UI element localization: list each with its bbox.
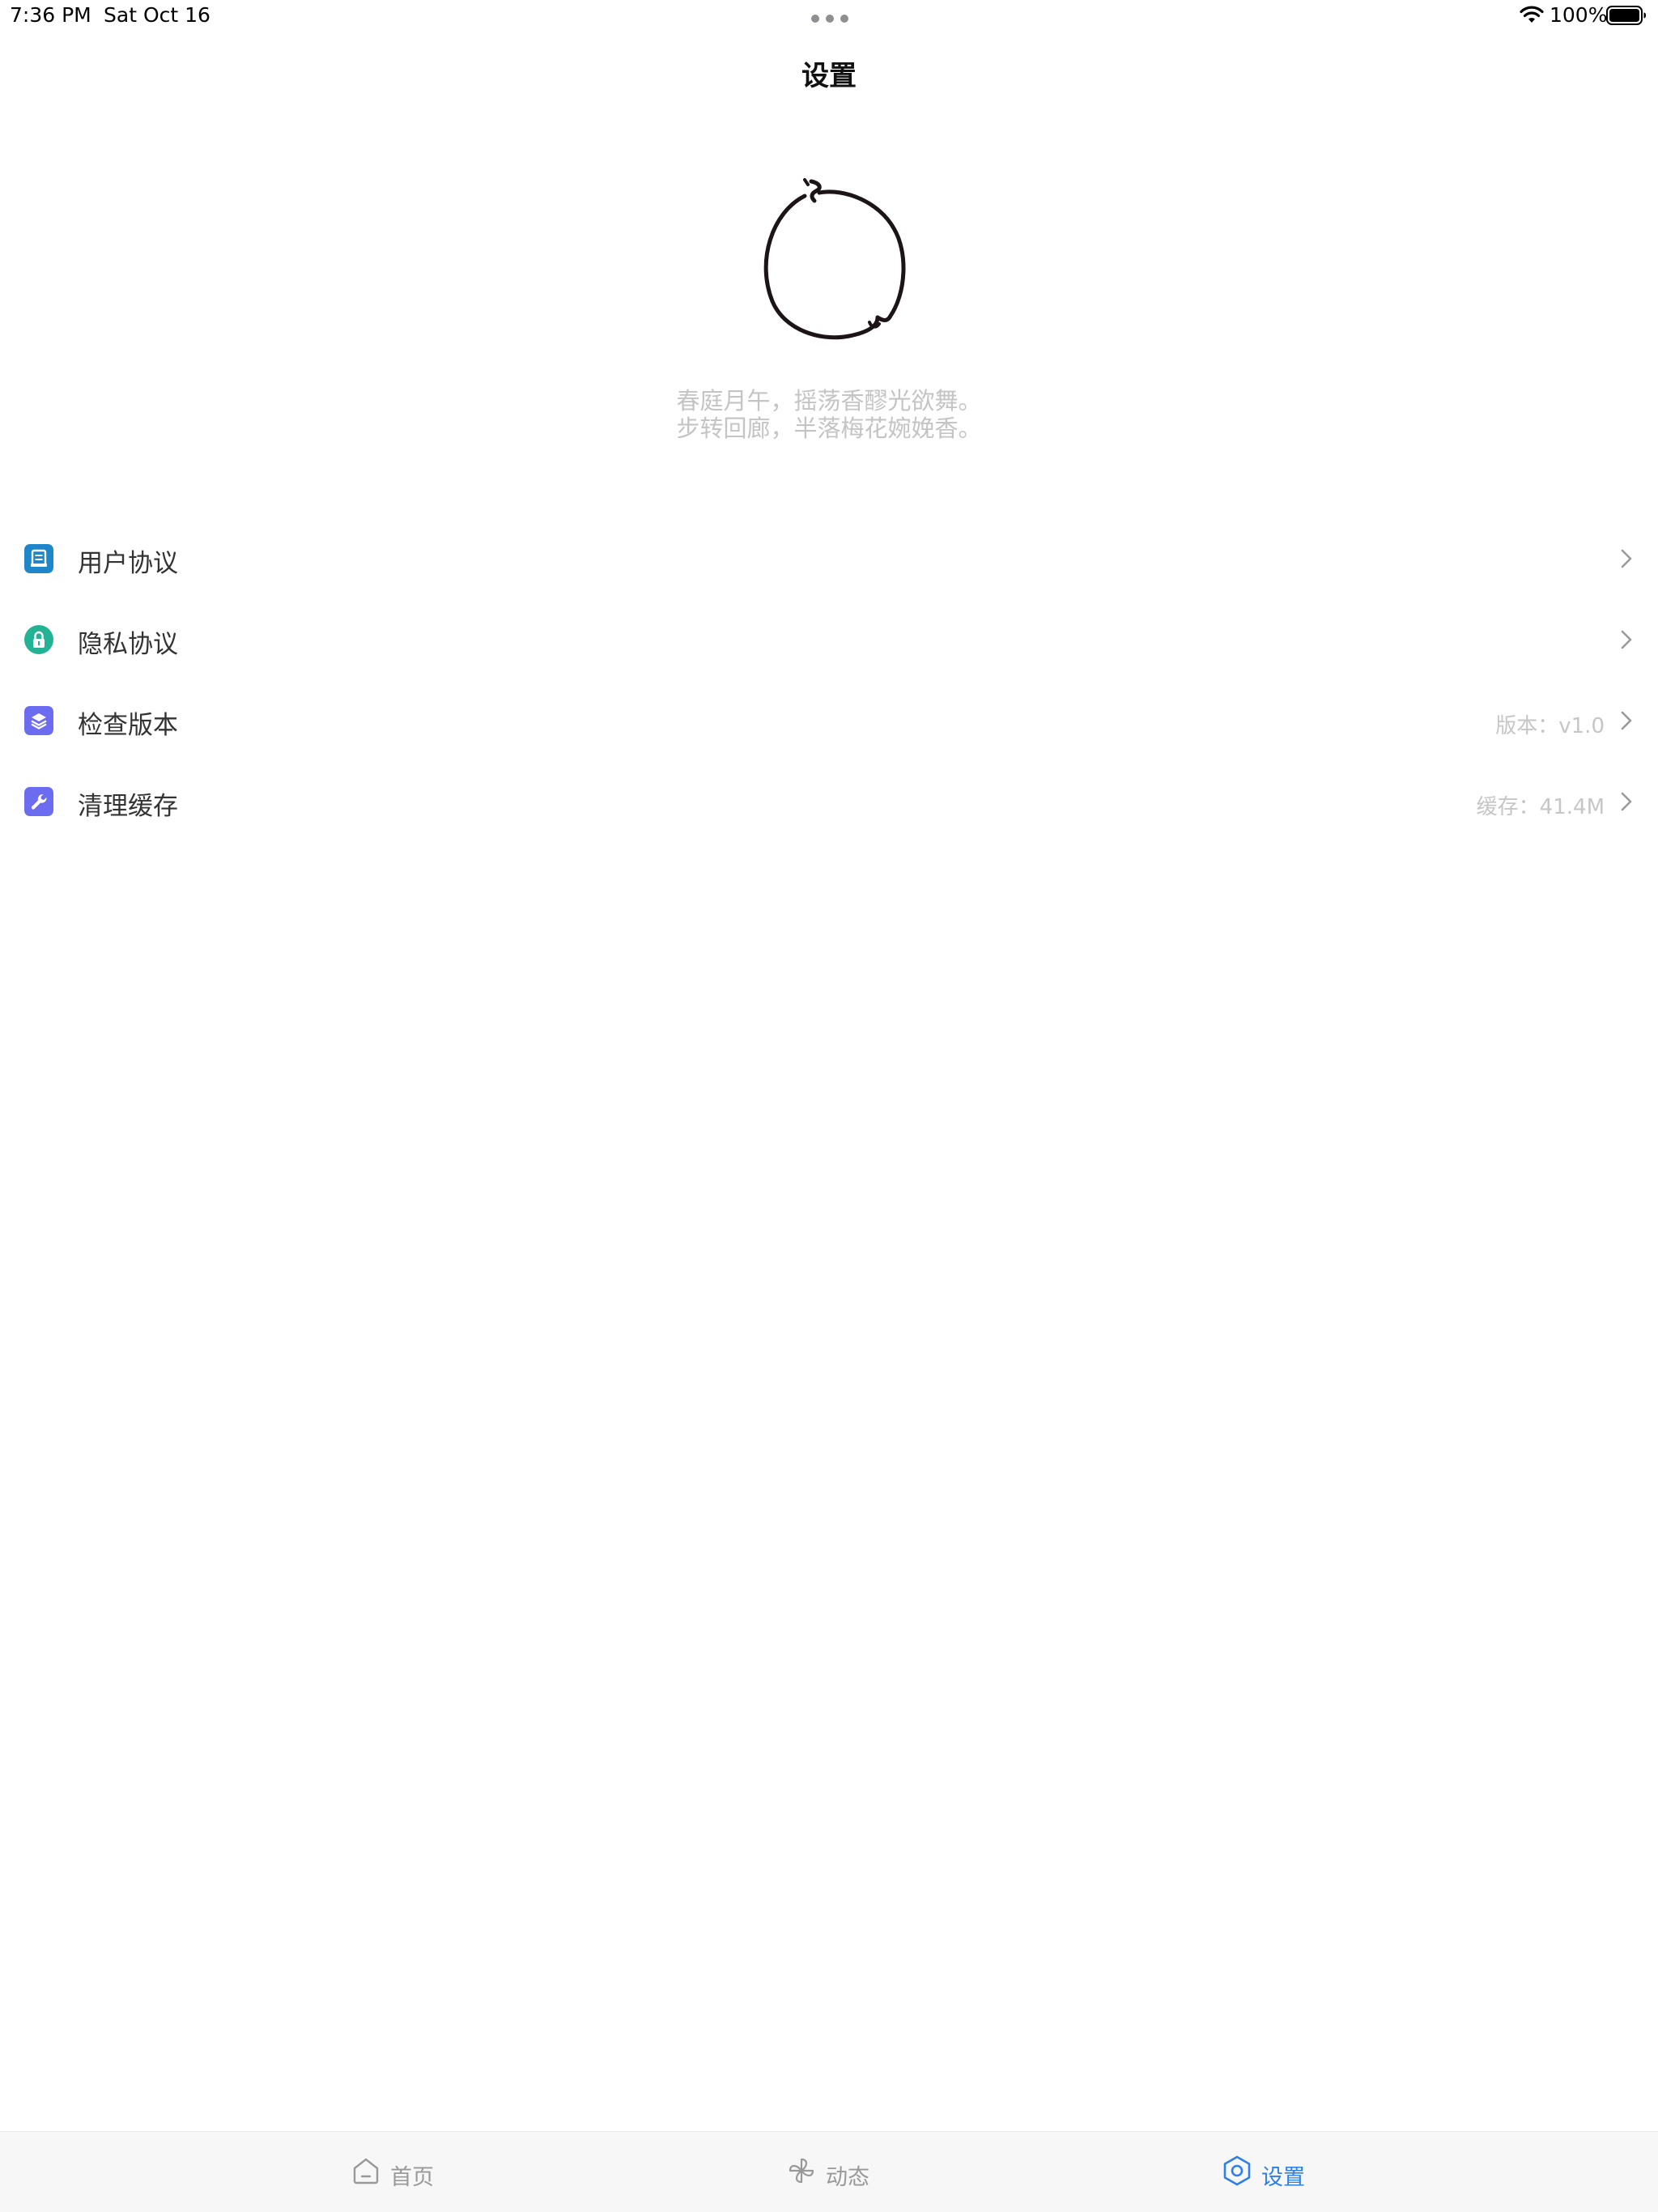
row-label: 清理缓存 <box>78 792 178 821</box>
tab-bar: 首页 动态 设置 <box>0 2131 1658 2212</box>
tab-home[interactable]: 首页 <box>350 2155 439 2190</box>
wifi-icon <box>1520 6 1544 23</box>
app-logo <box>763 178 906 340</box>
pinwheel-icon <box>789 2158 814 2184</box>
document-icon <box>24 544 53 573</box>
status-bar: 7:36 PM Sat Oct 16 100% <box>0 0 1658 32</box>
chevron-right-icon <box>1621 792 1632 811</box>
wrench-icon <box>24 787 53 816</box>
multitasking-dots-icon[interactable] <box>811 15 848 23</box>
settings-screen: 7:36 PM Sat Oct 16 100% 设置 春庭月午，摇荡香醪光欲舞。… <box>0 0 1658 2212</box>
chevron-right-icon <box>1621 711 1632 730</box>
version-detail: 版本：v1.0 <box>1495 714 1605 738</box>
battery-percent: 100% <box>1550 3 1608 27</box>
tab-label: 设置 <box>1261 2165 1305 2190</box>
settings-row-user-agreement[interactable]: 用户协议 <box>0 518 1658 599</box>
poem-text: 春庭月午，摇荡香醪光欲舞。 步转回廊，半落梅花婉娩香。 <box>0 387 1658 442</box>
home-icon <box>353 2158 379 2184</box>
row-label: 隐私协议 <box>78 630 178 659</box>
chevron-right-icon <box>1621 630 1632 649</box>
tab-moments[interactable]: 动态 <box>785 2155 874 2190</box>
settings-list: 用户协议 隐私协议 检查版本 版本：v1.0 清理缓存 缓存：41.4M <box>0 518 1658 842</box>
poem-line-1: 春庭月午，摇荡香醪光欲舞。 <box>676 387 982 415</box>
status-time: 7:36 PM <box>10 3 91 27</box>
hexagon-settings-icon <box>1223 2155 1251 2186</box>
row-label: 用户协议 <box>78 549 178 578</box>
cache-detail: 缓存：41.4M <box>1476 795 1605 819</box>
tab-label: 首页 <box>390 2165 434 2190</box>
battery-icon <box>1606 6 1646 25</box>
settings-row-check-version[interactable]: 检查版本 版本：v1.0 <box>0 680 1658 761</box>
page-title: 设置 <box>801 60 857 92</box>
tab-label: 动态 <box>826 2165 869 2190</box>
chevron-right-icon <box>1621 549 1632 568</box>
settings-row-privacy-policy[interactable]: 隐私协议 <box>0 599 1658 680</box>
row-label: 检查版本 <box>78 711 178 740</box>
status-date: Sat Oct 16 <box>104 3 210 27</box>
settings-row-clear-cache[interactable]: 清理缓存 缓存：41.4M <box>0 761 1658 842</box>
poem-line-2: 步转回廊，半落梅花婉娩香。 <box>676 415 982 442</box>
tab-settings[interactable]: 设置 <box>1221 2155 1310 2190</box>
lock-icon <box>24 625 53 654</box>
layers-icon <box>24 706 53 735</box>
